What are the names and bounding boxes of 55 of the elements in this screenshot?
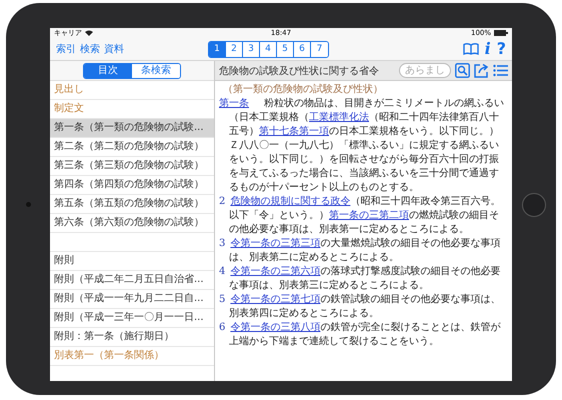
toc-item[interactable]: 附則：第一条（施行期日）	[50, 328, 214, 347]
section-heading: （第一類の危険物の試験及び性状）	[222, 83, 384, 97]
law-link[interactable]: 令第一条の三第三項	[230, 238, 320, 249]
article-paragraph: 2 危険物の規制に関する政令（昭和三十四年政令第三百六号。以下「令」という。）第一条の三第二項の燃焼試験の細目その他必要な事項は、別表第一に定めるところによる。	[219, 195, 502, 237]
paragraph-number: 5	[219, 294, 226, 305]
toc-item[interactable]: 第四条（第四類の危険物の試験）	[50, 176, 214, 195]
home-button[interactable]	[522, 192, 546, 216]
search-icon[interactable]	[455, 63, 470, 78]
info-button[interactable]: i	[484, 40, 491, 58]
toc-item[interactable]: 第五条（第五類の危険物の試験）	[50, 195, 214, 214]
paragraph-number: 4	[219, 266, 226, 277]
page-tab[interactable]: 6	[294, 42, 311, 56]
article-link[interactable]: 第一条	[219, 98, 249, 109]
article-paragraph: 4 令第一条の三第六項の落球式打撃感度試験の細目その他必要な事項は、別表第三に定めるところによる。	[219, 265, 502, 293]
law-link[interactable]: 令第一条の三第八項	[230, 322, 320, 333]
toc-item[interactable]: 附則（平成一一年九月二二日自...	[50, 290, 214, 309]
toc-item[interactable]: 第三条（第三類の危険物の試験）	[50, 157, 214, 176]
help-button[interactable]: ?	[496, 40, 506, 58]
article-paragraph: 6 令第一条の三第八項の鉄管が完全に裂けることとは、鉄管が上端から下端まで連続して裂けることをいう。	[219, 321, 502, 349]
article-paragraph: 3 令第一条の三第三項の大量燃焼試験の細目その他必要な事項は、別表第二に定めるところによる。	[219, 237, 502, 265]
toc-item[interactable]: 附則	[50, 251, 214, 271]
page-tab[interactable]: 7	[311, 42, 328, 56]
law-link[interactable]: 第一条の三第二項	[329, 210, 409, 221]
page-tab[interactable]: 1	[209, 42, 226, 56]
toolbar-link[interactable]: 資料	[104, 42, 124, 56]
list-icon[interactable]	[493, 64, 508, 77]
toc-item[interactable]: 第一条（第一類の危険物の試験...	[50, 119, 214, 138]
battery-icon	[494, 30, 508, 36]
law-link[interactable]: 工業標準化法	[309, 112, 369, 123]
page-tab[interactable]: 2	[226, 42, 243, 56]
paragraph-number: 6	[219, 322, 226, 333]
segment-tab[interactable]: 条検索	[132, 64, 180, 78]
toc-item[interactable]: 附則（平成二年二月五日自治省...	[50, 271, 214, 290]
toolbar-link[interactable]: 索引	[56, 42, 76, 56]
law-link[interactable]: 危険物の規制に関する政令	[230, 196, 350, 207]
law-link[interactable]: 令第一条の三第七項	[230, 294, 320, 305]
article-paragraph: 5 令第一条の三第七項の鉄管試験の細目その他必要な事項は、別表第四に定めるところによる。	[219, 293, 502, 321]
toc-item[interactable]: 第二条（第二類の危険物の試験）	[50, 138, 214, 157]
law-link[interactable]: 第十七条第一項	[259, 126, 329, 137]
document-title: 危険物の試験及び性状に関する省令	[219, 64, 379, 78]
page-tab[interactable]: 4	[260, 42, 277, 56]
share-icon[interactable]	[474, 63, 489, 78]
wifi-icon	[85, 30, 93, 36]
camera-dot	[26, 202, 30, 207]
book-icon[interactable]	[462, 43, 479, 55]
paragraph-number: 3	[219, 238, 226, 249]
toc-item[interactable]: 附則（平成一三年一〇月一一日...	[50, 309, 214, 328]
segment-tab[interactable]: 目次	[84, 64, 132, 78]
page-tab[interactable]: 5	[277, 42, 294, 56]
toc-item[interactable]: 第六条（第六類の危険物の試験）	[50, 214, 214, 233]
law-link[interactable]: 令第一条の三第六項	[230, 266, 320, 277]
article-paragraph: 第一条 粉粒状の物品は、目開きが二ミリメートルの網ふるい（日本工業規格（工業標準化法（昭和二十四年法律第百八十五号）第十七条第一項の日本工業規格をいう。以下同じ。）Ｚ八八〇一（一九八七）「標準ふるい」に規定する網ふるいをいう。以下同じ。）を回転させながら毎分百六十回の打振を与えてふるった場合に、当該網ふるいを三十分間で通過するものが十パーセント以上のものとする。	[219, 97, 505, 195]
paragraph-number: 2	[219, 196, 226, 207]
page-tab[interactable]: 3	[243, 42, 260, 56]
toolbar-link[interactable]: 検索	[80, 42, 100, 56]
